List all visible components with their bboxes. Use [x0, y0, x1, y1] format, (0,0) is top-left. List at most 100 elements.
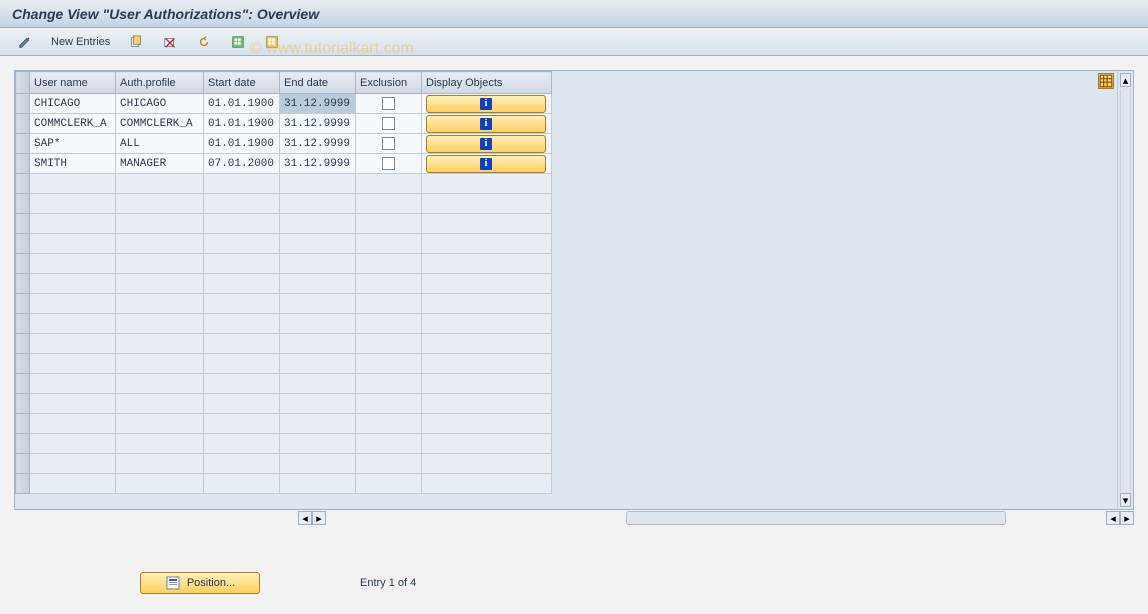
exclusion-checkbox[interactable] — [382, 137, 395, 150]
select-all-rows[interactable] — [16, 72, 30, 94]
empty-cell[interactable] — [356, 334, 422, 354]
empty-cell[interactable] — [422, 434, 552, 454]
new-entries-button[interactable]: New Entries — [44, 32, 117, 52]
row-selector[interactable] — [16, 334, 30, 354]
empty-cell[interactable] — [280, 334, 356, 354]
empty-cell[interactable] — [280, 414, 356, 434]
cell-user[interactable]: COMMCLERK_A — [30, 114, 116, 134]
empty-cell[interactable] — [356, 354, 422, 374]
empty-cell[interactable] — [204, 314, 280, 334]
display-objects-button[interactable]: i — [426, 115, 546, 133]
position-button[interactable]: Position... — [140, 572, 260, 594]
empty-cell[interactable] — [422, 234, 552, 254]
empty-cell[interactable] — [116, 394, 204, 414]
cell-profile[interactable]: COMMCLERK_A — [116, 114, 204, 134]
empty-cell[interactable] — [356, 234, 422, 254]
empty-cell[interactable] — [30, 414, 116, 434]
deselect-all-icon-button[interactable] — [257, 32, 287, 52]
empty-cell[interactable] — [356, 254, 422, 274]
empty-cell[interactable] — [116, 234, 204, 254]
scroll-right-inner-button[interactable]: ▸ — [312, 511, 326, 525]
empty-cell[interactable] — [422, 194, 552, 214]
row-selector[interactable] — [16, 254, 30, 274]
cell-start[interactable]: 01.01.1900 — [204, 94, 280, 114]
scroll-up-button[interactable]: ▴ — [1120, 73, 1131, 87]
empty-cell[interactable] — [204, 454, 280, 474]
empty-cell[interactable] — [30, 294, 116, 314]
row-selector[interactable] — [16, 454, 30, 474]
empty-cell[interactable] — [280, 374, 356, 394]
col-header-end[interactable]: End date — [280, 72, 356, 94]
empty-cell[interactable] — [422, 294, 552, 314]
col-header-user[interactable]: User name — [30, 72, 116, 94]
empty-cell[interactable] — [280, 174, 356, 194]
cell-exclusion[interactable] — [356, 134, 422, 154]
empty-cell[interactable] — [204, 194, 280, 214]
display-objects-button[interactable]: i — [426, 135, 546, 153]
cell-start[interactable]: 01.01.1900 — [204, 134, 280, 154]
empty-cell[interactable] — [356, 454, 422, 474]
empty-cell[interactable] — [280, 454, 356, 474]
empty-cell[interactable] — [116, 174, 204, 194]
empty-cell[interactable] — [116, 194, 204, 214]
empty-cell[interactable] — [422, 314, 552, 334]
row-selector[interactable] — [16, 274, 30, 294]
empty-cell[interactable] — [116, 314, 204, 334]
row-selector[interactable] — [16, 314, 30, 334]
row-selector[interactable] — [16, 414, 30, 434]
empty-cell[interactable] — [30, 354, 116, 374]
empty-cell[interactable] — [422, 334, 552, 354]
exclusion-checkbox[interactable] — [382, 157, 395, 170]
cell-end[interactable]: 31.12.9999 — [280, 114, 356, 134]
empty-cell[interactable] — [30, 234, 116, 254]
cell-start[interactable]: 07.01.2000 — [204, 154, 280, 174]
empty-cell[interactable] — [422, 174, 552, 194]
empty-cell[interactable] — [116, 434, 204, 454]
empty-cell[interactable] — [116, 474, 204, 494]
display-objects-button[interactable]: i — [426, 155, 546, 173]
configure-grid-button[interactable] — [1098, 73, 1114, 89]
vertical-scrollbar[interactable]: ▴ ▾ — [1117, 71, 1133, 509]
empty-cell[interactable] — [280, 254, 356, 274]
empty-cell[interactable] — [30, 474, 116, 494]
empty-cell[interactable] — [356, 434, 422, 454]
empty-cell[interactable] — [356, 374, 422, 394]
cell-user[interactable]: SAP* — [30, 134, 116, 154]
cell-end[interactable]: 31.12.9999 — [280, 134, 356, 154]
empty-cell[interactable] — [280, 434, 356, 454]
cell-user[interactable]: SMITH — [30, 154, 116, 174]
empty-cell[interactable] — [116, 214, 204, 234]
empty-cell[interactable] — [422, 394, 552, 414]
display-objects-button[interactable]: i — [426, 95, 546, 113]
v-scroll-track[interactable] — [1120, 89, 1131, 491]
empty-cell[interactable] — [30, 394, 116, 414]
empty-cell[interactable] — [356, 174, 422, 194]
cell-exclusion[interactable] — [356, 154, 422, 174]
undo-icon-button[interactable] — [189, 32, 219, 52]
empty-cell[interactable] — [204, 434, 280, 454]
empty-cell[interactable] — [30, 314, 116, 334]
empty-cell[interactable] — [30, 334, 116, 354]
scroll-right-end-button[interactable]: ▸ — [1120, 511, 1134, 525]
empty-cell[interactable] — [280, 274, 356, 294]
empty-cell[interactable] — [204, 174, 280, 194]
empty-cell[interactable] — [204, 414, 280, 434]
empty-cell[interactable] — [116, 334, 204, 354]
empty-cell[interactable] — [30, 274, 116, 294]
exclusion-checkbox[interactable] — [382, 117, 395, 130]
empty-cell[interactable] — [280, 194, 356, 214]
empty-cell[interactable] — [30, 194, 116, 214]
empty-cell[interactable] — [204, 294, 280, 314]
empty-cell[interactable] — [356, 274, 422, 294]
cell-profile[interactable]: CHICAGO — [116, 94, 204, 114]
cell-exclusion[interactable] — [356, 94, 422, 114]
empty-cell[interactable] — [204, 354, 280, 374]
row-selector[interactable] — [16, 154, 30, 174]
empty-cell[interactable] — [116, 374, 204, 394]
empty-cell[interactable] — [356, 214, 422, 234]
col-header-profile[interactable]: Auth.profile — [116, 72, 204, 94]
empty-cell[interactable] — [356, 414, 422, 434]
empty-cell[interactable] — [422, 454, 552, 474]
row-selector[interactable] — [16, 194, 30, 214]
empty-cell[interactable] — [280, 394, 356, 414]
